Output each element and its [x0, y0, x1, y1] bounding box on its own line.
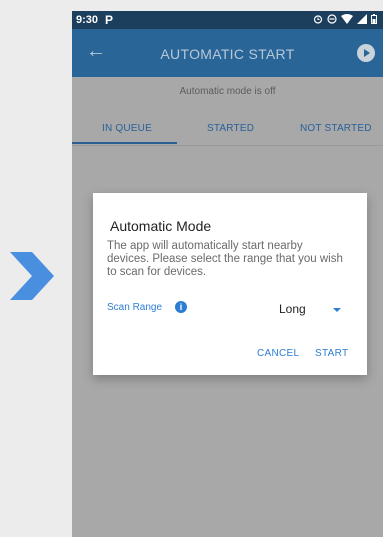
- chevron-right-icon: [10, 252, 54, 300]
- status-bar: 9:30 P: [72, 11, 383, 29]
- automatic-mode-dialog: Automatic Mode The app will automaticall…: [93, 193, 367, 375]
- app-bar: ← AUTOMATIC START: [72, 29, 383, 77]
- dialog-message: The app will automatically start nearby …: [107, 240, 343, 278]
- tab-not-started[interactable]: NOT STARTED: [300, 123, 372, 134]
- play-icon[interactable]: [357, 44, 375, 62]
- scan-range-select[interactable]: Long: [279, 302, 306, 316]
- dialog-title: Automatic Mode: [110, 218, 212, 234]
- tab-started[interactable]: STARTED: [207, 123, 254, 134]
- mode-status-text: Automatic mode is off: [179, 86, 276, 97]
- info-icon[interactable]: i: [175, 301, 187, 313]
- phone-screen: 9:30 P ← AUTOMATIC START Automatic mode …: [72, 11, 383, 537]
- divider: [72, 145, 383, 146]
- page-title: AUTOMATIC START: [160, 46, 295, 62]
- signal-icon: [357, 14, 367, 24]
- battery-icon: [371, 14, 377, 24]
- status-icons: [313, 14, 377, 24]
- app-notification-icon: P: [105, 13, 114, 27]
- chevron-down-icon[interactable]: [333, 308, 341, 312]
- cancel-button[interactable]: CANCEL: [257, 348, 299, 359]
- tab-in-queue[interactable]: IN QUEUE: [102, 123, 152, 134]
- alarm-icon: [313, 15, 323, 24]
- scan-range-label: Scan Range: [107, 302, 163, 313]
- wifi-icon: [341, 14, 353, 24]
- start-button[interactable]: START: [315, 348, 348, 359]
- tab-indicator: [72, 142, 177, 144]
- do-not-disturb-icon: [327, 14, 337, 24]
- tab-bar: IN QUEUE STARTED NOT STARTED: [72, 111, 383, 145]
- status-time: 9:30: [76, 14, 99, 26]
